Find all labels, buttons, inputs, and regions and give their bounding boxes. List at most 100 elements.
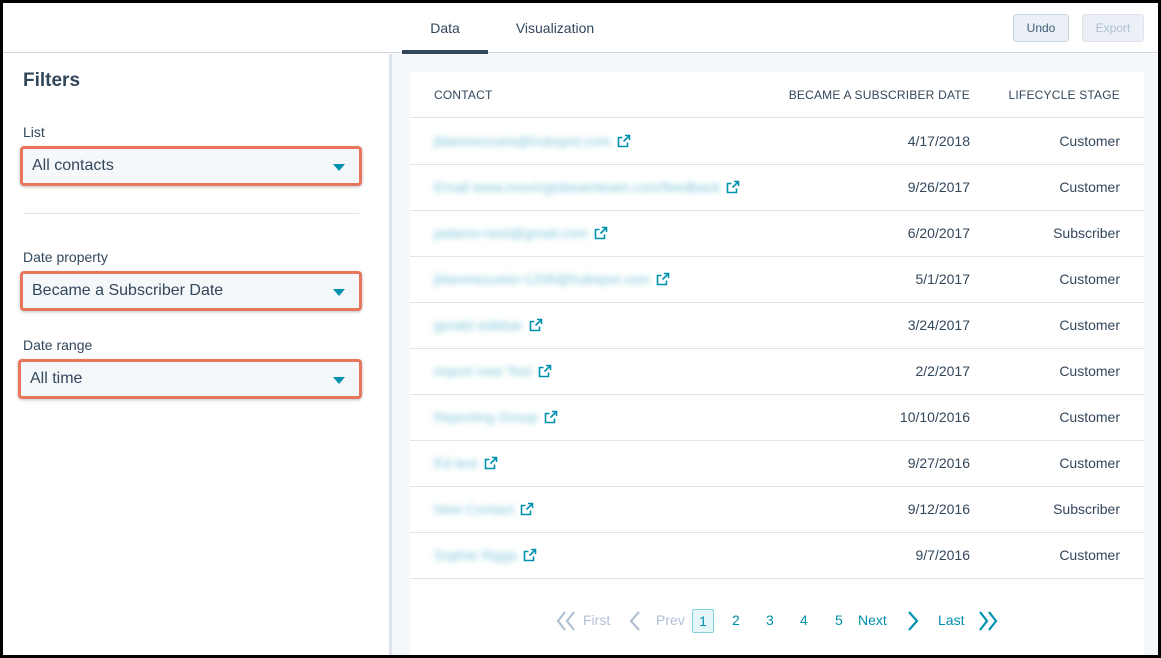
subscriber-date: 9/12/2016: [907, 501, 970, 517]
lifecycle-stage: Subscriber: [1053, 501, 1120, 517]
page-3-button[interactable]: 3: [766, 612, 774, 628]
pagination: First Prev 1 2 3 4 5 Next Last: [410, 606, 1144, 636]
subscriber-date: 3/24/2017: [907, 317, 970, 333]
lifecycle-stage: Customer: [1059, 455, 1120, 471]
table-header: CONTACT BECAME A SUBSCRIBER DATE LIFECYC…: [410, 72, 1144, 118]
prev-page-button[interactable]: Prev: [656, 612, 685, 628]
table-row: jblanmezuela@hubspot.com 4/17/2018 Custome…: [410, 119, 1144, 165]
column-header-subscriber-date[interactable]: BECAME A SUBSCRIBER DATE: [789, 88, 970, 102]
contact-name[interactable]: jblanmezuela+1208@hubspot.com: [434, 271, 650, 287]
export-button[interactable]: Export: [1082, 14, 1144, 42]
external-link-icon[interactable]: [594, 226, 608, 240]
contact-link[interactable]: import new Test: [434, 363, 552, 379]
table-row: Ed test 9/27/2016 Customer: [410, 441, 1144, 487]
table-row: New Contact 9/12/2016 Subscriber: [410, 487, 1144, 533]
external-link-icon[interactable]: [484, 456, 498, 470]
column-header-lifecycle-stage[interactable]: LIFECYCLE STAGE: [1009, 88, 1120, 102]
filters-title: Filters: [23, 70, 81, 91]
contact-name[interactable]: Sophie Riggs: [434, 547, 517, 563]
caret-down-icon: [333, 377, 345, 384]
list-select[interactable]: All contacts: [20, 146, 362, 186]
contact-name[interactable]: Ed test: [434, 455, 478, 471]
table-row: jadams+test@gmail.com 6/20/2017 Subscriber: [410, 211, 1144, 257]
contact-link[interactable]: Email www.movingtobeamteam.com/feedback: [434, 179, 740, 195]
lifecycle-stage: Customer: [1059, 547, 1120, 563]
subscriber-date: 9/7/2016: [915, 547, 971, 563]
top-bar: Data Visualization Undo Export: [3, 3, 1158, 54]
contact-link[interactable]: Ed test: [434, 455, 498, 471]
contact-name[interactable]: import new Test: [434, 363, 532, 379]
contact-name[interactable]: jblanmezuela@hubspot.com: [434, 133, 611, 149]
double-chevron-right-icon[interactable]: [977, 609, 999, 633]
list-label: List: [23, 124, 45, 140]
lifecycle-stage: Subscriber: [1053, 225, 1120, 241]
column-header-contact[interactable]: CONTACT: [434, 88, 493, 102]
chevron-left-icon: [629, 611, 640, 631]
contact-link[interactable]: New Contact: [434, 501, 534, 517]
subscriber-date: 10/10/2016: [899, 409, 970, 425]
first-page-button[interactable]: First: [583, 612, 610, 628]
table-row: Sophie Riggs 9/7/2016 Customer: [410, 533, 1144, 579]
date-property-select[interactable]: Became a Subscriber Date: [20, 271, 362, 311]
date-range-select[interactable]: All time: [18, 359, 362, 399]
table-row: gerald sidebar 3/24/2017 Customer: [410, 303, 1144, 349]
divider: [23, 213, 359, 214]
table-row: Email www.movingtobeamteam.com/feedback 9…: [410, 165, 1144, 211]
contact-name[interactable]: gerald sidebar: [434, 317, 523, 333]
external-link-icon[interactable]: [617, 134, 631, 148]
main-panel: CONTACT BECAME A SUBSCRIBER DATE LIFECYC…: [392, 54, 1158, 655]
subscriber-date: 5/1/2017: [915, 271, 971, 287]
subscriber-date: 2/2/2017: [915, 363, 971, 379]
table-row: Reporting Group 10/10/2016 Customer: [410, 395, 1144, 441]
caret-down-icon: [333, 164, 345, 171]
external-link-icon[interactable]: [656, 272, 670, 286]
date-property-label: Date property: [23, 249, 108, 265]
contact-name[interactable]: Email www.movingtobeamteam.com/feedback: [434, 179, 720, 195]
date-property-select-value: Became a Subscriber Date: [32, 282, 224, 299]
external-link-icon[interactable]: [544, 410, 558, 424]
lifecycle-stage: Customer: [1059, 271, 1120, 287]
data-table-card: CONTACT BECAME A SUBSCRIBER DATE LIFECYC…: [410, 72, 1144, 655]
lifecycle-stage: Customer: [1059, 179, 1120, 195]
contact-link[interactable]: gerald sidebar: [434, 317, 543, 333]
external-link-icon[interactable]: [520, 502, 534, 516]
contact-link[interactable]: Reporting Group: [434, 409, 558, 425]
subscriber-date: 6/20/2017: [907, 225, 970, 241]
double-chevron-left-icon: [556, 611, 575, 631]
table-row: import new Test 2/2/2017 Customer: [410, 349, 1144, 395]
lifecycle-stage: Customer: [1059, 409, 1120, 425]
next-page-button[interactable]: Next: [858, 612, 887, 628]
page-5-button[interactable]: 5: [835, 612, 843, 628]
contact-link[interactable]: Sophie Riggs: [434, 547, 537, 563]
external-link-icon[interactable]: [523, 548, 537, 562]
list-select-value: All contacts: [32, 157, 114, 174]
page-4-button[interactable]: 4: [800, 612, 808, 628]
contact-name[interactable]: Reporting Group: [434, 409, 538, 425]
tab-visualization[interactable]: Visualization: [500, 3, 610, 53]
external-link-icon[interactable]: [726, 180, 740, 194]
table-row: jblanmezuela+1208@hubspot.com 5/1/2017 Cus…: [410, 257, 1144, 303]
subscriber-date: 4/17/2018: [907, 133, 970, 149]
page-1-button[interactable]: 1: [692, 609, 714, 633]
caret-down-icon: [333, 289, 345, 296]
tab-data-label: Data: [430, 20, 460, 36]
date-range-label: Date range: [23, 337, 93, 353]
contact-name[interactable]: New Contact: [434, 501, 514, 517]
last-page-button[interactable]: Last: [938, 612, 964, 628]
contact-link[interactable]: jblanmezuela@hubspot.com: [434, 133, 631, 149]
external-link-icon[interactable]: [529, 318, 543, 332]
external-link-icon[interactable]: [538, 364, 552, 378]
contact-link[interactable]: jblanmezuela+1208@hubspot.com: [434, 271, 670, 287]
tab-data[interactable]: Data: [402, 3, 488, 54]
subscriber-date: 9/26/2017: [907, 179, 970, 195]
contact-name[interactable]: jadams+test@gmail.com: [434, 225, 588, 241]
filters-sidebar: Filters List All contacts Date property …: [3, 54, 389, 655]
lifecycle-stage: Customer: [1059, 133, 1120, 149]
page-2-button[interactable]: 2: [732, 612, 740, 628]
undo-button[interactable]: Undo: [1013, 14, 1069, 42]
lifecycle-stage: Customer: [1059, 363, 1120, 379]
chevron-right-icon[interactable]: [906, 609, 920, 633]
tab-visualization-label: Visualization: [515, 20, 595, 36]
lifecycle-stage: Customer: [1059, 317, 1120, 333]
contact-link[interactable]: jadams+test@gmail.com: [434, 225, 608, 241]
